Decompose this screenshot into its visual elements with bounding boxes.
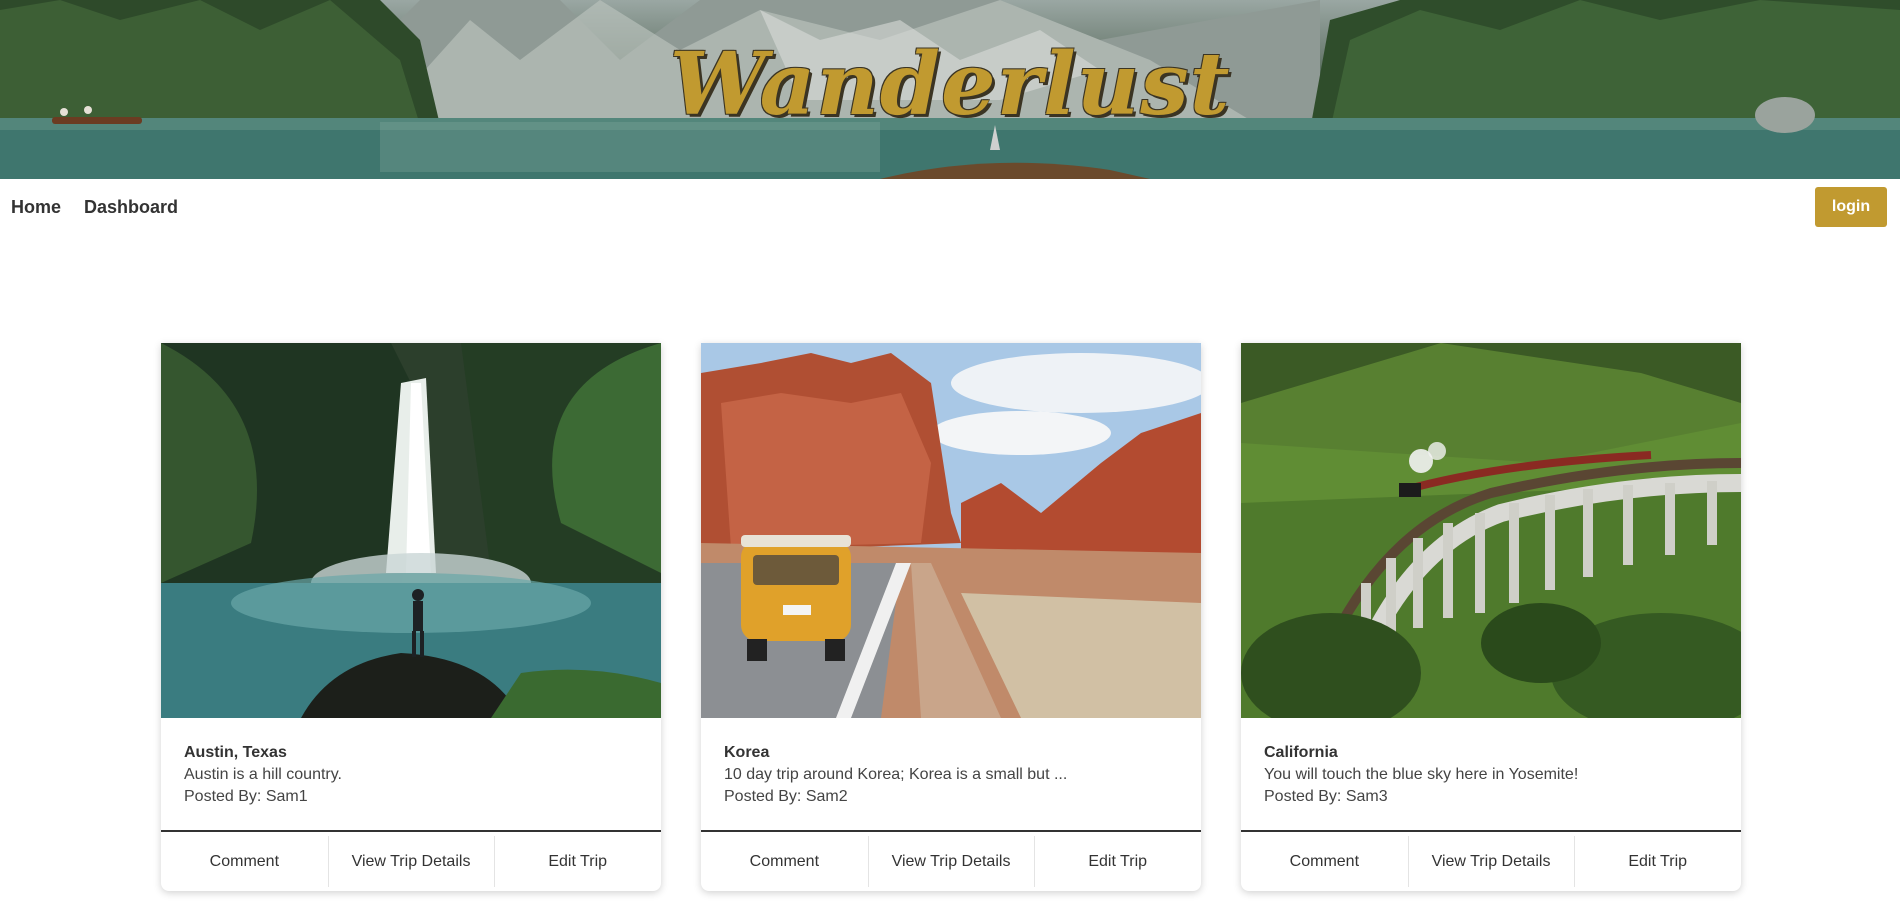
trip-description: 10 day trip around Korea; Korea is a sma… [724, 766, 1068, 783]
card-actions: Comment View Trip Details Edit Trip [701, 832, 1201, 891]
trip-image [1241, 343, 1741, 718]
waterfall-photo [161, 343, 661, 718]
trip-posted-by: Posted By: Sam1 [184, 788, 308, 805]
view-trip-details-button[interactable]: View Trip Details [1407, 832, 1575, 891]
card-actions: Comment View Trip Details Edit Trip [161, 832, 661, 891]
trip-info: Korea 10 day trip around Korea; Korea is… [724, 742, 1181, 808]
trip-description: You will touch the blue sky here in Yose… [1264, 766, 1579, 783]
site-logo-title: Wanderlust [669, 34, 1231, 135]
view-trip-details-button[interactable]: View Trip Details [867, 832, 1035, 891]
view-trip-details-button[interactable]: View Trip Details [327, 832, 495, 891]
trip-card: Korea 10 day trip around Korea; Korea is… [701, 343, 1201, 891]
trip-title: Austin, Texas [184, 744, 287, 761]
viaduct-train-photo [1241, 343, 1741, 718]
comment-button[interactable]: Comment [161, 832, 328, 891]
nav-home-link[interactable]: Home [11, 197, 61, 218]
trip-card: Austin, Texas Austin is a hill country. … [161, 343, 661, 891]
trip-image [161, 343, 661, 718]
trip-description: Austin is a hill country. [184, 766, 342, 783]
desert-road-van-photo [701, 343, 1201, 718]
trip-info: California You will touch the blue sky h… [1264, 742, 1721, 808]
comment-button[interactable]: Comment [1241, 832, 1408, 891]
top-nav: Home Dashboard login [0, 179, 1900, 235]
trip-title: California [1264, 744, 1338, 761]
nav-dashboard-link[interactable]: Dashboard [84, 197, 178, 218]
trip-posted-by: Posted By: Sam3 [1264, 788, 1388, 805]
edit-trip-button[interactable]: Edit Trip [494, 832, 661, 891]
trip-title: Korea [724, 744, 770, 761]
card-actions: Comment View Trip Details Edit Trip [1241, 832, 1741, 891]
edit-trip-button[interactable]: Edit Trip [1034, 832, 1201, 891]
trip-image [701, 343, 1201, 718]
login-button[interactable]: login [1815, 187, 1887, 227]
comment-button[interactable]: Comment [701, 832, 868, 891]
trip-posted-by: Posted By: Sam2 [724, 788, 848, 805]
trip-card: California You will touch the blue sky h… [1241, 343, 1741, 891]
trip-info: Austin, Texas Austin is a hill country. … [184, 742, 641, 808]
edit-trip-button[interactable]: Edit Trip [1574, 832, 1741, 891]
header-banner: Wanderlust [0, 0, 1900, 179]
